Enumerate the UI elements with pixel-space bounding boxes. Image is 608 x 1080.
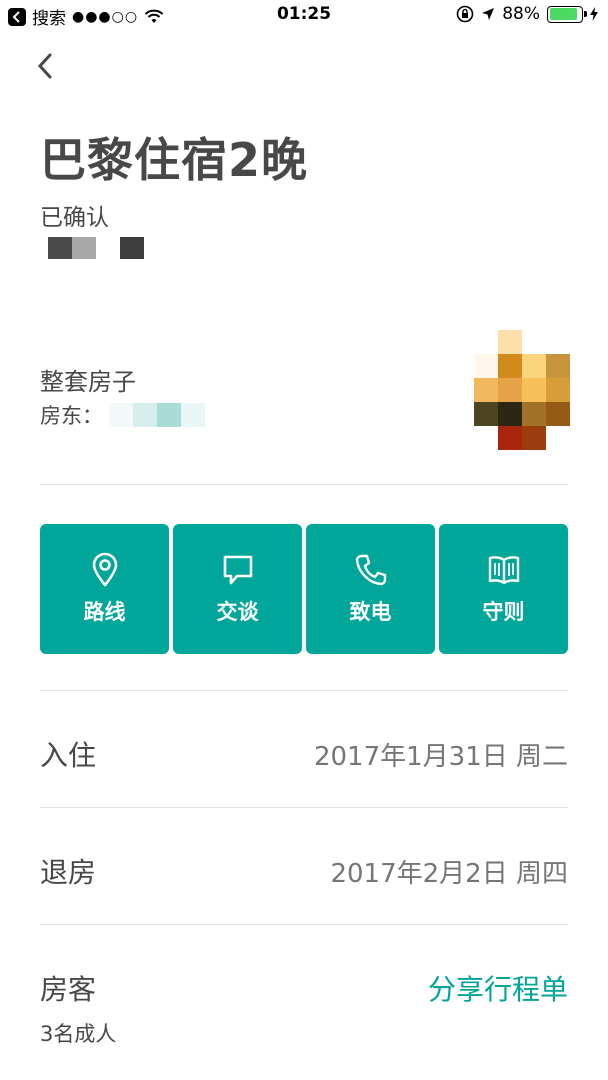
checkin-label: 入住 [40,739,97,772]
guests-label: 房客 [40,973,97,1006]
status-right: 88% [456,4,598,24]
open-book-icon [488,556,519,585]
house-rules-label: 守则 [482,600,525,624]
divider [40,484,568,485]
status-bar: 搜索 ●●●○○ 01:25 88% [0,0,608,32]
directions-button[interactable]: 路线 [40,524,169,654]
reservation-status: 已确认 [40,205,109,231]
action-buttons: 路线 交谈 致电 守则 [40,524,568,654]
host-label: 房东： [40,404,103,428]
call-label: 致电 [349,600,392,624]
share-itinerary-link[interactable]: 分享行程单 [428,968,568,1008]
directions-label: 路线 [83,600,126,624]
house-rules-button[interactable]: 守则 [439,524,568,654]
checkout-value: 2017年2月2日 周四 [330,859,568,889]
battery-level [549,8,577,20]
charging-bolt-icon [590,7,598,21]
divider [40,690,568,691]
redacted-confirmation-code [48,237,144,259]
divider [40,807,568,808]
host-avatar[interactable] [474,330,570,450]
battery-percent: 88% [502,4,540,24]
location-arrow-icon [482,8,495,20]
redacted-host-name [109,403,205,427]
chat-bubble-icon [223,555,252,585]
checkout-label: 退房 [40,856,97,889]
message-button[interactable]: 交谈 [173,524,302,654]
message-label: 交谈 [216,600,259,624]
battery-icon [547,5,587,23]
phone-icon [355,554,386,586]
listing-type: 整套房子 [40,368,136,396]
guest-count: 3名成人 [40,1022,117,1046]
map-pin-icon [92,552,117,587]
trip-title: 巴黎住宿2晚 [40,133,309,187]
chevron-left-icon [37,53,52,79]
call-button[interactable]: 致电 [306,524,435,654]
host-line: 房东： [40,400,205,430]
checkin-value: 2017年1月31日 周二 [313,742,568,772]
back-button[interactable] [36,48,68,84]
divider [40,924,568,925]
orientation-lock-icon [456,5,474,23]
